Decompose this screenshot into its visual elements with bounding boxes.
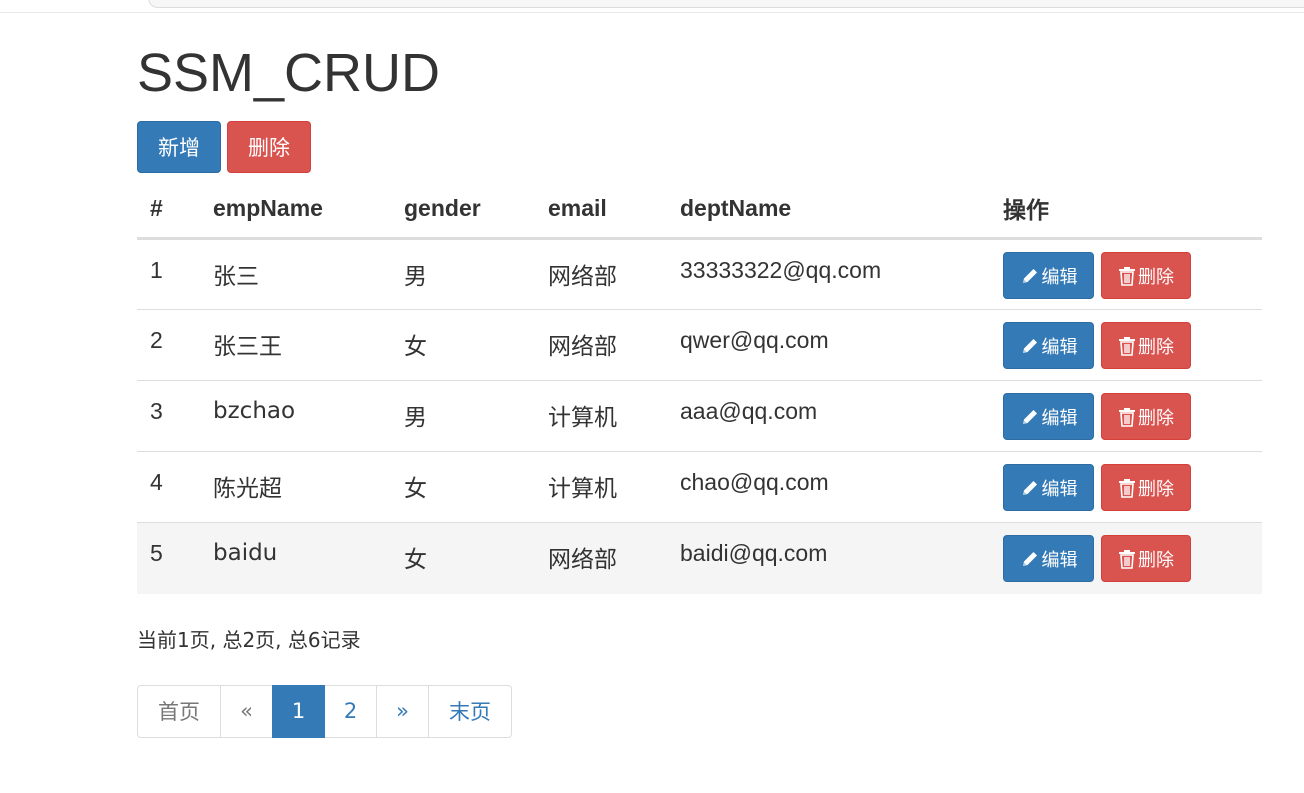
page-link-2[interactable]: 2 xyxy=(324,684,377,738)
pencil-icon xyxy=(1020,407,1040,427)
edit-button[interactable]: 编辑 xyxy=(1003,393,1094,440)
cell-gender: 男 xyxy=(391,238,535,310)
table-body: 1 张三男网络部 33333322@qq.com 编辑 删除 2 张三王女网络部 qwer@q… xyxy=(137,238,1262,594)
edit-button[interactable]: 编辑 xyxy=(1003,252,1094,299)
cell-deptname: chao@qq.com xyxy=(667,451,990,523)
cell-deptname: baidi@qq.com xyxy=(667,522,990,594)
cell-num: 5 xyxy=(137,522,200,594)
prev-page-link[interactable]: « xyxy=(220,684,273,738)
cell-email: 计算机 xyxy=(535,380,667,452)
cell-num: 4 xyxy=(137,451,200,523)
table-row: 3 bzchao 男计算机 aaa@qq.com 编辑 删除 xyxy=(137,380,1262,452)
cell-gender: 女 xyxy=(391,309,535,381)
cell-email: 计算机 xyxy=(535,451,667,523)
header-row: # empName gender email deptName 操作 xyxy=(137,179,1262,240)
last-page-link[interactable]: 末页 xyxy=(428,684,512,738)
header-gender: gender xyxy=(391,179,535,240)
delete-label: 删除 xyxy=(1138,266,1174,288)
cell-email: 网络部 xyxy=(535,309,667,381)
trash-icon xyxy=(1118,478,1136,498)
edit-button[interactable]: 编辑 xyxy=(1003,322,1094,369)
cell-empname: 陈光超 xyxy=(200,451,391,523)
edit-button[interactable]: 编辑 xyxy=(1003,535,1094,582)
cell-gender: 女 xyxy=(391,522,535,594)
trash-icon xyxy=(1118,266,1136,286)
cell-email: 网络部 xyxy=(535,238,667,310)
cell-num: 1 xyxy=(137,238,200,310)
first-page-link[interactable]: 首页 xyxy=(137,684,221,738)
delete-label: 删除 xyxy=(1138,549,1174,571)
delete-button[interactable]: 删除 xyxy=(1101,535,1191,582)
header-operations: 操作 xyxy=(990,179,1262,240)
employee-table: # empName gender email deptName 操作 1 张三男网… xyxy=(137,179,1262,594)
cell-deptname: qwer@qq.com xyxy=(667,309,990,381)
cell-operations: 编辑 删除 xyxy=(990,238,1262,310)
main-container: SSM_CRUD 新增 删除 # empName gender email de… xyxy=(137,40,1262,738)
table-row: 5 baidu 女网络部 baidi@qq.com 编辑 删除 xyxy=(137,522,1262,594)
trash-icon xyxy=(1118,336,1136,356)
cell-operations: 编辑 删除 xyxy=(990,309,1262,381)
cell-gender: 女 xyxy=(391,451,535,523)
table-header: # empName gender email deptName 操作 xyxy=(137,179,1262,240)
trash-icon xyxy=(1118,549,1136,569)
header-num: # xyxy=(137,179,200,240)
cell-email: 网络部 xyxy=(535,522,667,594)
header-email: email xyxy=(535,179,667,240)
edit-label: 编辑 xyxy=(1041,266,1078,288)
edit-label: 编辑 xyxy=(1041,549,1078,571)
table-row: 2 张三王女网络部 qwer@qq.com 编辑 删除 xyxy=(137,309,1262,381)
table-row: 4 陈光超女计算机 chao@qq.com 编辑 删除 xyxy=(137,451,1262,523)
page-info: 当前1页, 总2页, 总6记录 xyxy=(137,627,361,652)
delete-button[interactable]: 删除 xyxy=(1101,322,1191,369)
address-bar[interactable] xyxy=(148,0,1304,8)
cell-num: 3 xyxy=(137,380,200,452)
pencil-icon xyxy=(1020,336,1040,356)
delete-button[interactable]: 删除 xyxy=(1101,464,1191,511)
cell-operations: 编辑 删除 xyxy=(990,451,1262,523)
edit-label: 编辑 xyxy=(1041,407,1078,429)
page-link-1[interactable]: 1 xyxy=(272,684,325,738)
add-button[interactable]: 新增 xyxy=(137,121,221,173)
pagination: 首页 « 1 2 » 末页 xyxy=(137,684,1262,738)
edit-label: 编辑 xyxy=(1041,478,1078,500)
cell-empname: 张三王 xyxy=(200,309,391,381)
delete-button[interactable]: 删除 xyxy=(1101,252,1191,299)
browser-top-bar xyxy=(0,0,1304,13)
trash-icon xyxy=(1118,407,1136,427)
cell-empname: baidu xyxy=(200,522,391,594)
cell-deptname: aaa@qq.com xyxy=(667,380,990,452)
pencil-icon xyxy=(1020,478,1040,498)
cell-deptname: 33333322@qq.com xyxy=(667,238,990,310)
cell-empname: 张三 xyxy=(200,238,391,310)
table-row: 1 张三男网络部 33333322@qq.com 编辑 删除 xyxy=(137,238,1262,310)
delete-selected-button[interactable]: 删除 xyxy=(227,121,311,173)
cell-operations: 编辑 删除 xyxy=(990,380,1262,452)
cell-num: 2 xyxy=(137,309,200,381)
edit-button[interactable]: 编辑 xyxy=(1003,464,1094,511)
delete-label: 删除 xyxy=(1138,407,1174,429)
cell-operations: 编辑 删除 xyxy=(990,522,1262,594)
delete-label: 删除 xyxy=(1138,336,1174,358)
pencil-icon xyxy=(1020,549,1040,569)
toolbar: 新增 删除 xyxy=(137,121,1262,173)
edit-label: 编辑 xyxy=(1041,336,1078,358)
cell-gender: 男 xyxy=(391,380,535,452)
delete-label: 删除 xyxy=(1138,478,1174,500)
header-deptname: deptName xyxy=(667,179,990,240)
cell-empname: bzchao xyxy=(200,380,391,452)
page-title: SSM_CRUD xyxy=(137,43,441,103)
header-empname: empName xyxy=(200,179,391,240)
pencil-icon xyxy=(1020,266,1040,286)
delete-button[interactable]: 删除 xyxy=(1101,393,1191,440)
next-page-link[interactable]: » xyxy=(376,684,429,738)
